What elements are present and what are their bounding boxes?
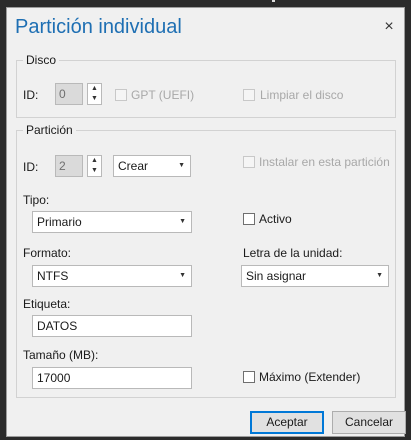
tamano-label: Tamaño (MB): (23, 348, 99, 362)
window-edge-mark (272, 0, 275, 2)
etiqueta-label: Etiqueta: (23, 297, 71, 311)
disco-group: Disco ID: 0 ▲ ▼ GPT (UEFI) Limpiar el di… (16, 53, 396, 118)
tipo-label: Tipo: (23, 193, 50, 207)
tipo-select[interactable]: Primario ▼ (32, 211, 192, 233)
activo-label: Activo (259, 212, 292, 226)
chevron-down-icon: ▼ (178, 162, 185, 169)
particion-legend: Partición (23, 123, 76, 137)
spin-up-icon[interactable]: ▲ (88, 156, 101, 166)
chevron-down-icon: ▼ (376, 272, 383, 279)
particion-id-spinner[interactable]: ▲ ▼ (87, 155, 102, 177)
close-icon[interactable]: × (380, 18, 398, 36)
particion-group: Partición ID: 2 ▲ ▼ Crear ▼ Instalar en … (16, 123, 396, 398)
disco-id-label: ID: (23, 88, 39, 102)
maximo-label: Máximo (Extender) (259, 370, 361, 384)
disco-id-field[interactable]: 0 (55, 83, 83, 105)
action-select-value: Crear (118, 159, 149, 173)
particion-id-label: ID: (23, 160, 39, 174)
limpiar-label: Limpiar el disco (260, 88, 344, 102)
maximo-checkbox[interactable] (243, 371, 255, 383)
limpiar-checkbox[interactable] (243, 89, 255, 101)
partition-dialog: Partición individual × Disco ID: 0 ▲ ▼ G… (6, 7, 406, 437)
formato-select[interactable]: NTFS ▼ (32, 265, 192, 287)
cancel-button[interactable]: Cancelar (332, 411, 406, 434)
letra-label: Letra de la unidad: (243, 246, 343, 260)
gpt-label: GPT (UEFI) (131, 88, 195, 102)
spin-up-icon[interactable]: ▲ (88, 84, 101, 94)
action-select[interactable]: Crear ▼ (113, 155, 191, 177)
particion-id-field[interactable]: 2 (55, 155, 83, 177)
letra-select[interactable]: Sin asignar ▼ (241, 265, 389, 287)
spin-down-icon[interactable]: ▼ (88, 94, 101, 104)
dialog-title: Partición individual (15, 16, 182, 38)
tipo-select-value: Primario (37, 215, 82, 229)
instalar-checkbox[interactable] (243, 156, 255, 168)
accept-button[interactable]: Aceptar (250, 411, 324, 434)
etiqueta-input[interactable]: DATOS (32, 315, 192, 337)
tamano-input[interactable]: 17000 (32, 367, 192, 389)
activo-checkbox[interactable] (243, 213, 255, 225)
chevron-down-icon: ▼ (179, 272, 186, 279)
instalar-label: Instalar en esta partición (259, 155, 390, 169)
gpt-checkbox[interactable] (115, 89, 127, 101)
letra-select-value: Sin asignar (246, 269, 307, 283)
formato-select-value: NTFS (37, 269, 69, 283)
disco-legend: Disco (23, 53, 60, 67)
formato-label: Formato: (23, 246, 72, 260)
chevron-down-icon: ▼ (179, 218, 186, 225)
spin-down-icon[interactable]: ▼ (88, 166, 101, 176)
disco-id-spinner[interactable]: ▲ ▼ (87, 83, 102, 105)
